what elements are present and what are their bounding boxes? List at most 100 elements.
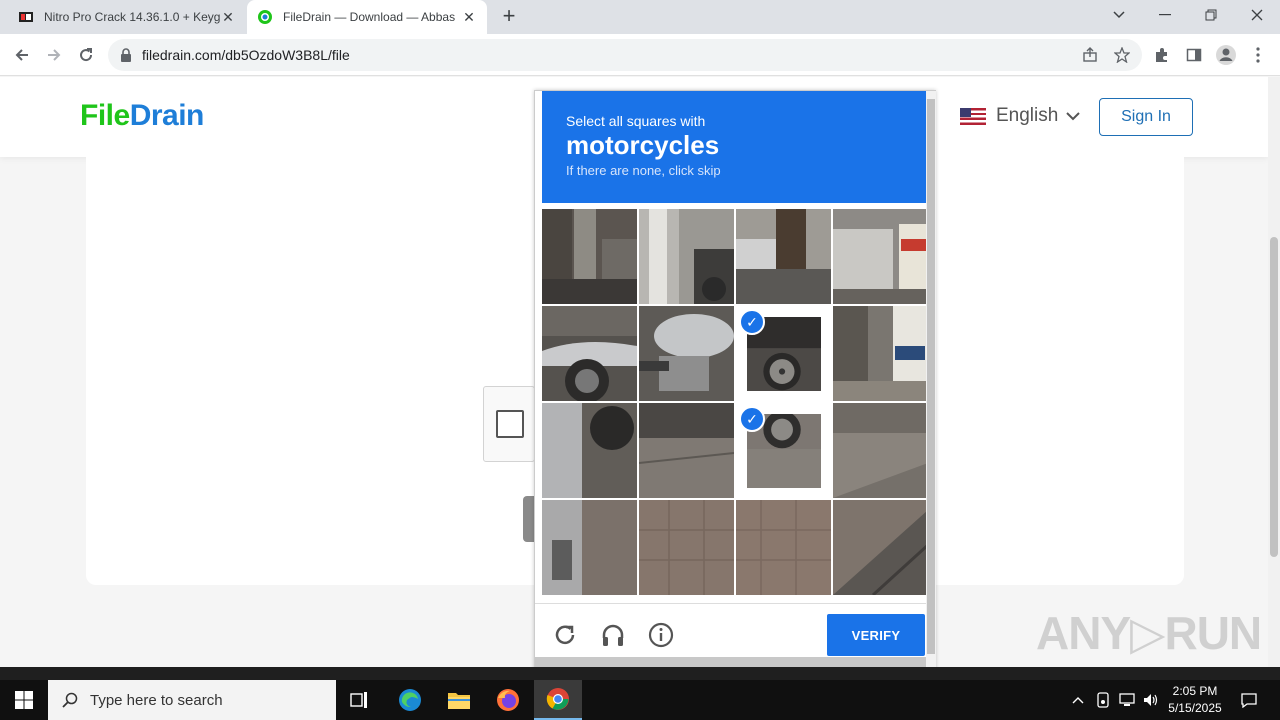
- sign-in-button[interactable]: Sign In: [1099, 98, 1193, 136]
- file-explorer-icon[interactable]: [435, 680, 483, 720]
- tile-image: [542, 403, 637, 498]
- notifications-icon[interactable]: [1234, 680, 1264, 720]
- side-panel-icon[interactable]: [1180, 41, 1208, 69]
- lock-icon: [121, 48, 131, 62]
- network-icon[interactable]: [1116, 680, 1138, 720]
- captcha-anchor: [483, 386, 535, 462]
- close-window-button[interactable]: [1234, 0, 1280, 30]
- captcha-tile-13[interactable]: [542, 500, 637, 595]
- captcha-tile-11[interactable]: ✓: [736, 403, 831, 498]
- tab-search-chevron-icon[interactable]: [1096, 0, 1142, 30]
- chevron-down-icon: [1066, 111, 1081, 120]
- tab-title: Nitro Pro Crack 14.36.1.0 + Keyg: [44, 10, 220, 24]
- headphones-icon[interactable]: [600, 622, 626, 648]
- address-bar[interactable]: filedrain.com/db5OzdoW3B8L/file: [108, 39, 1142, 71]
- filedrain-favicon-icon: [258, 10, 272, 24]
- url-text: filedrain.com/db5OzdoW3B8L/file: [142, 47, 350, 63]
- captcha-tile-1[interactable]: [542, 209, 637, 304]
- taskbar-search-box[interactable]: Type here to search: [48, 680, 336, 720]
- tab-title: FileDrain — Download — Abbas: [283, 10, 456, 24]
- tile-image: [639, 403, 734, 498]
- tile-image: [833, 306, 928, 401]
- info-icon[interactable]: [648, 622, 674, 648]
- extensions-puzzle-icon[interactable]: [1148, 41, 1176, 69]
- captcha-checkbox[interactable]: [496, 410, 524, 438]
- windows-taskbar: Type here to search 2:05 PM 5/15/2025: [0, 680, 1280, 720]
- captcha-tile-3[interactable]: [736, 209, 831, 304]
- windows-start-button[interactable]: [0, 680, 48, 720]
- share-icon[interactable]: [1076, 41, 1104, 69]
- browser-toolbar: filedrain.com/db5OzdoW3B8L/file: [0, 34, 1280, 76]
- tile-image: [639, 500, 734, 595]
- captcha-tile-8[interactable]: [833, 306, 928, 401]
- captcha-tile-2[interactable]: [639, 209, 734, 304]
- tile-image: [833, 403, 928, 498]
- captcha-tile-4[interactable]: [833, 209, 928, 304]
- tile-image: [736, 209, 831, 304]
- search-icon: [62, 692, 78, 708]
- search-placeholder: Type here to search: [90, 691, 223, 709]
- captcha-tile-10[interactable]: [639, 403, 734, 498]
- tile-image: [833, 500, 928, 595]
- captcha-challenge: Select all squares with motorcycles If t…: [534, 90, 936, 672]
- forward-arrow-icon[interactable]: [40, 41, 68, 69]
- logo-drain-text: Drain: [129, 99, 205, 132]
- scrollbar-thumb[interactable]: [1270, 237, 1278, 557]
- checkmark-icon: ✓: [739, 309, 765, 335]
- firefox-icon[interactable]: [484, 680, 532, 720]
- chrome-icon[interactable]: [534, 680, 582, 720]
- refresh-icon[interactable]: [552, 622, 578, 648]
- tile-image: [542, 306, 637, 401]
- tile-image: [542, 500, 637, 595]
- restore-button[interactable]: [1188, 0, 1234, 30]
- captcha-tile-12[interactable]: [833, 403, 928, 498]
- tab-nitro[interactable]: Nitro Pro Crack 14.36.1.0 + Keyg ✕: [8, 0, 246, 34]
- profile-avatar-icon[interactable]: [1212, 41, 1240, 69]
- captcha-footer: VERIFY: [535, 603, 926, 661]
- captcha-tile-7[interactable]: ✓: [736, 306, 831, 401]
- captcha-tile-15[interactable]: [736, 500, 831, 595]
- tray-chevron-up-icon[interactable]: [1068, 680, 1088, 720]
- captcha-tile-6[interactable]: [639, 306, 734, 401]
- language-selector[interactable]: English: [960, 105, 1081, 127]
- tray-device-icon[interactable]: [1092, 680, 1114, 720]
- captcha-scrollbar[interactable]: [926, 91, 936, 671]
- tile-image: [833, 209, 928, 304]
- minimize-button[interactable]: [1142, 0, 1188, 30]
- back-arrow-icon[interactable]: [8, 41, 36, 69]
- tab-strip: Nitro Pro Crack 14.36.1.0 + Keyg ✕ FileD…: [0, 0, 1280, 34]
- captcha-grid: ✓ ✓: [542, 209, 928, 595]
- task-view-icon[interactable]: [336, 680, 384, 720]
- tab-filedrain[interactable]: FileDrain — Download — Abbas ✕: [247, 0, 487, 34]
- clock-date: 5/15/2025: [1168, 701, 1222, 715]
- page-scrollbar[interactable]: [1268, 77, 1280, 667]
- bookmark-star-icon[interactable]: [1108, 41, 1136, 69]
- edge-browser-icon[interactable]: [386, 680, 434, 720]
- site-logo[interactable]: FileDrain: [80, 99, 204, 133]
- captcha-instruction: Select all squares with: [566, 113, 706, 129]
- tab-close-icon[interactable]: ✕: [461, 9, 477, 26]
- reload-icon[interactable]: [72, 41, 100, 69]
- clock-time: 2:05 PM: [1172, 684, 1218, 698]
- captcha-header: Select all squares with motorcycles If t…: [542, 91, 926, 203]
- captcha-scrollbar-thumb[interactable]: [927, 99, 935, 654]
- us-flag-icon: [960, 107, 986, 125]
- taskbar-clock[interactable]: 2:05 PM 5/15/2025: [1160, 683, 1230, 717]
- menu-kebab-icon[interactable]: [1244, 41, 1272, 69]
- verify-button[interactable]: VERIFY: [827, 614, 925, 656]
- tile-image: [542, 209, 637, 304]
- tile-image: [639, 209, 734, 304]
- captcha-tile-9[interactable]: [542, 403, 637, 498]
- captcha-tile-14[interactable]: [639, 500, 734, 595]
- tile-image: [736, 500, 831, 595]
- tab-close-icon[interactable]: ✕: [220, 9, 236, 26]
- captcha-tile-5[interactable]: [542, 306, 637, 401]
- language-label: English: [996, 105, 1059, 126]
- new-tab-button[interactable]: +: [497, 5, 521, 29]
- video-favicon-icon: [19, 12, 33, 22]
- anyrun-watermark: ANY▷RUN: [1036, 607, 1262, 659]
- volume-icon[interactable]: [1140, 680, 1162, 720]
- captcha-target: motorcycles: [566, 130, 720, 160]
- tile-image: [639, 306, 734, 401]
- captcha-tile-16[interactable]: [833, 500, 928, 595]
